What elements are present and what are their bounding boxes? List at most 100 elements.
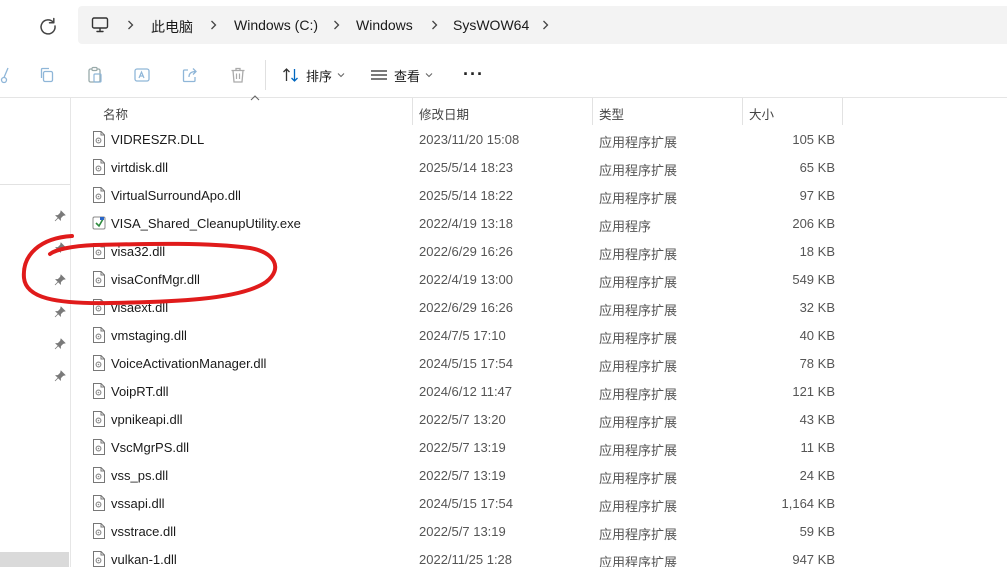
view-button[interactable]: 查看	[370, 64, 433, 86]
column-divider[interactable]	[842, 98, 843, 125]
file-row[interactable]: vmstaging.dll 2024/7/5 17:10 应用程序扩展 40 K…	[72, 321, 1007, 349]
pin-icon[interactable]	[54, 370, 66, 382]
chevron-right-icon[interactable]	[332, 20, 341, 30]
file-row[interactable]: vss_ps.dll 2022/5/7 13:19 应用程序扩展 24 KB	[72, 461, 1007, 489]
file-type: 应用程序	[599, 219, 652, 234]
address-row: 此电脑 Windows (C:) Windows SysWOW64	[0, 0, 1007, 50]
file-name: vssapi.dll	[111, 496, 165, 511]
dll-file-icon	[93, 439, 105, 455]
file-name: vmstaging.dll	[111, 328, 187, 343]
file-size: 43 KB	[799, 412, 835, 427]
file-type: 应用程序扩展	[599, 527, 678, 542]
file-row[interactable]: VoipRT.dll 2024/6/12 11:47 应用程序扩展 121 KB	[72, 377, 1007, 405]
pin-icon[interactable]	[54, 242, 66, 254]
file-row[interactable]: vsstrace.dll 2022/5/7 13:19 应用程序扩展 59 KB	[72, 517, 1007, 545]
breadcrumb-this-pc[interactable]: 此电脑	[151, 17, 193, 37]
file-modified-date: 2023/11/20 15:08	[419, 132, 520, 147]
refresh-icon[interactable]	[36, 14, 60, 38]
file-row[interactable]: VIDRESZR.DLL 2023/11/20 15:08 应用程序扩展 105…	[72, 125, 1007, 153]
column-size-label: 大小	[749, 108, 775, 122]
file-size: 59 KB	[799, 524, 835, 539]
paste-icon[interactable]	[85, 65, 105, 85]
file-type: 应用程序扩展	[599, 275, 678, 290]
chevron-right-icon[interactable]	[126, 20, 135, 30]
file-row[interactable]: virtdisk.dll 2025/5/14 18:23 应用程序扩展 65 K…	[72, 153, 1007, 181]
file-modified-date: 2022/5/7 13:19	[419, 524, 506, 539]
file-row[interactable]: VscMgrPS.dll 2022/5/7 13:19 应用程序扩展 11 KB	[72, 433, 1007, 461]
share-icon[interactable]	[180, 65, 200, 85]
breadcrumb-windows[interactable]: Windows	[356, 17, 413, 33]
file-row[interactable]: vssapi.dll 2024/5/15 17:54 应用程序扩展 1,164 …	[72, 489, 1007, 517]
file-row[interactable]: vulkan-1.dll 2022/11/25 1:28 应用程序扩展 947 …	[72, 545, 1007, 567]
dll-file-icon	[93, 271, 105, 287]
exe-file-icon	[92, 216, 106, 230]
file-type: 应用程序扩展	[599, 415, 678, 430]
column-header-type[interactable]: 类型	[593, 98, 742, 125]
address-bar[interactable]: 此电脑 Windows (C:) Windows SysWOW64	[78, 6, 1007, 44]
nav-scrollbar[interactable]	[0, 552, 69, 567]
file-type: 应用程序扩展	[599, 471, 678, 486]
file-row[interactable]: visa32.dll 2022/6/29 16:26 应用程序扩展 18 KB	[72, 237, 1007, 265]
file-row[interactable]: visaext.dll 2022/6/29 16:26 应用程序扩展 32 KB	[72, 293, 1007, 321]
breadcrumb-syswow64[interactable]: SysWOW64	[453, 17, 529, 33]
file-type: 应用程序扩展	[599, 359, 678, 374]
column-header-size[interactable]: 大小	[743, 98, 842, 125]
column-header-date[interactable]: 修改日期	[413, 98, 592, 125]
file-name: vpnikeapi.dll	[111, 412, 183, 427]
rename-icon[interactable]	[132, 65, 152, 85]
file-size: 947 KB	[792, 552, 835, 567]
pin-icon[interactable]	[54, 306, 66, 318]
pin-icon[interactable]	[54, 338, 66, 350]
file-type: 应用程序扩展	[599, 303, 678, 318]
file-type: 应用程序扩展	[599, 499, 678, 514]
file-name: VscMgrPS.dll	[111, 440, 190, 455]
file-row[interactable]: VirtualSurroundApo.dll 2025/5/14 18:22 应…	[72, 181, 1007, 209]
chevron-down-icon	[425, 73, 433, 78]
file-modified-date: 2024/7/5 17:10	[419, 328, 506, 343]
file-row[interactable]: VoiceActivationManager.dll 2024/5/15 17:…	[72, 349, 1007, 377]
chevron-right-icon[interactable]	[541, 20, 550, 30]
pin-icon[interactable]	[54, 210, 66, 222]
file-type: 应用程序扩展	[599, 387, 678, 402]
file-size: 97 KB	[799, 188, 835, 203]
file-size: 206 KB	[792, 216, 835, 231]
dll-file-icon	[93, 495, 105, 511]
file-size: 24 KB	[799, 468, 835, 483]
file-name: vsstrace.dll	[111, 524, 177, 539]
command-bar: 排序 查看	[0, 52, 1007, 98]
column-header-name[interactable]: 名称	[72, 98, 412, 125]
file-name: VoipRT.dll	[111, 384, 169, 399]
more-options-button[interactable]: ···	[463, 64, 484, 85]
file-name: virtdisk.dll	[111, 160, 169, 175]
file-row[interactable]: visaConfMgr.dll 2022/4/19 13:00 应用程序扩展 5…	[72, 265, 1007, 293]
file-size: 1,164 KB	[781, 496, 836, 511]
file-modified-date: 2022/6/29 16:26	[419, 300, 513, 315]
column-type-label: 类型	[599, 108, 625, 122]
file-name: visaConfMgr.dll	[111, 272, 200, 287]
file-modified-date: 2024/5/15 17:54	[419, 356, 513, 371]
sort-label: 排序	[306, 68, 333, 84]
file-row[interactable]: VISA_Shared_CleanupUtility.exe 2022/4/19…	[72, 209, 1007, 237]
cut-icon[interactable]	[0, 65, 12, 85]
copy-icon[interactable]	[37, 65, 57, 85]
file-size: 65 KB	[799, 160, 835, 175]
breadcrumb-drive-c[interactable]: Windows (C:)	[234, 17, 318, 33]
file-size: 549 KB	[792, 272, 835, 287]
dll-file-icon	[93, 327, 105, 343]
file-name: visaext.dll	[111, 300, 169, 315]
file-row[interactable]: vpnikeapi.dll 2022/5/7 13:20 应用程序扩展 43 K…	[72, 405, 1007, 433]
list-view-icon	[371, 70, 387, 80]
column-date-label: 修改日期	[419, 108, 470, 122]
pin-icon[interactable]	[54, 274, 66, 286]
sort-button[interactable]: 排序	[282, 64, 345, 86]
file-modified-date: 2022/5/7 13:19	[419, 440, 506, 455]
chevron-right-icon[interactable]	[209, 20, 218, 30]
file-name: VirtualSurroundApo.dll	[111, 188, 241, 203]
delete-icon[interactable]	[228, 65, 248, 85]
file-type: 应用程序扩展	[599, 331, 678, 346]
file-type: 应用程序扩展	[599, 163, 678, 178]
file-modified-date: 2022/5/7 13:19	[419, 468, 506, 483]
dll-file-icon	[93, 299, 105, 315]
dll-file-icon	[93, 243, 105, 259]
chevron-right-icon[interactable]	[430, 20, 439, 30]
